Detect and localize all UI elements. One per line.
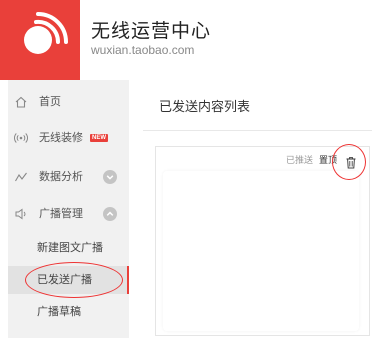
home-icon (15, 96, 27, 108)
sidebar: 首页 无线装修 NEW 数据分析 广播管理 新建图文广播 已发送广播 广播草稿 (8, 80, 129, 338)
sidebar-subitem-label: 广播草稿 (37, 305, 81, 318)
sidebar-subitem-new-broadcast[interactable]: 新建图文广播 (8, 234, 129, 262)
broadcast-icon (14, 133, 28, 143)
active-indicator (127, 266, 129, 294)
speaker-icon (15, 208, 26, 220)
chevron-up-icon[interactable] (103, 207, 117, 221)
new-badge: NEW (90, 134, 108, 142)
app-logo[interactable] (0, 0, 80, 80)
sidebar-item-label: 广播管理 (39, 207, 83, 220)
annotation-circle-delete (332, 144, 366, 180)
sidebar-item-wireless-decoration[interactable]: 无线装修 NEW (8, 123, 129, 153)
title-divider (143, 130, 372, 131)
logo-icon (24, 12, 68, 54)
app-title: 无线运营中心 (91, 20, 212, 42)
chevron-down-icon[interactable] (103, 170, 117, 184)
sidebar-subitem-label: 新建图文广播 (37, 241, 103, 254)
annotation-circle-sent-broadcasts (25, 262, 123, 298)
status-badge: 已推送 (286, 156, 314, 166)
sidebar-item-label: 数据分析 (39, 170, 83, 183)
chart-line-icon (15, 172, 27, 182)
sidebar-item-label: 无线装修 (39, 131, 83, 144)
app-domain: wuxian.taobao.com (91, 43, 195, 57)
sidebar-item-home[interactable]: 首页 (8, 87, 129, 117)
sidebar-item-broadcast-management[interactable]: 广播管理 (8, 199, 129, 229)
sidebar-subitem-drafts[interactable]: 广播草稿 (8, 298, 129, 326)
sidebar-item-data-analysis[interactable]: 数据分析 (8, 162, 129, 192)
sidebar-item-label: 首页 (39, 95, 61, 108)
page-title: 已发送内容列表 (159, 100, 251, 115)
broadcast-card-preview[interactable] (163, 171, 359, 331)
